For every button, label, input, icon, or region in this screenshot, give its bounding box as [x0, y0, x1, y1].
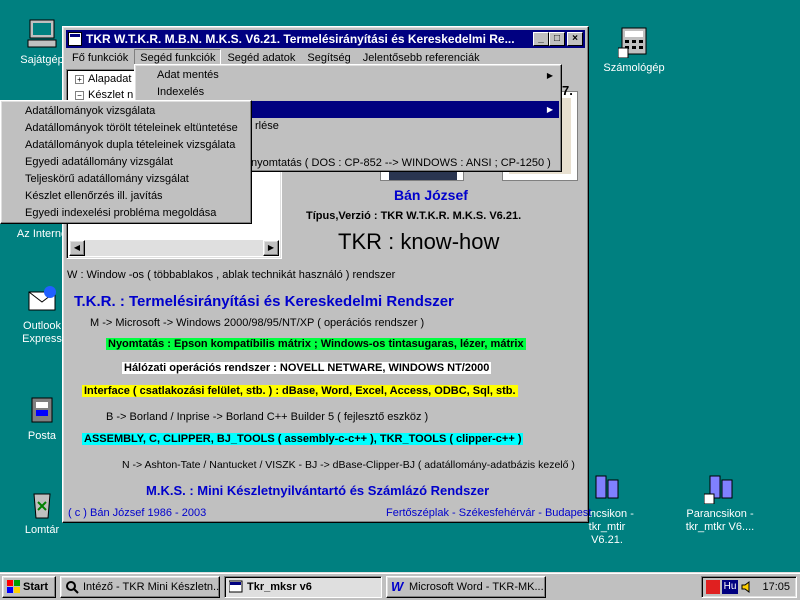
label-print-convert: nyomtatás ( DOS : CP-852 --> WINDOWS : A…: [251, 157, 551, 169]
horizontal-scrollbar[interactable]: ◀ ▶: [69, 240, 279, 256]
menu-item-data-backup[interactable]: Adat mentés ▶: [137, 67, 559, 84]
label-indexing: Indexelés: [157, 86, 205, 98]
tkr-title: T.K.R. : Termelésirányítási és Kereskede…: [74, 293, 454, 310]
maximize-button[interactable]: □: [549, 32, 565, 46]
menu-item-indexing[interactable]: Indexelés: [137, 84, 559, 101]
menu-item-full-check[interactable]: Teljeskörű adatállomány vizsgálat: [3, 171, 249, 188]
task-tkr[interactable]: Tkr_mksr v6: [224, 576, 382, 598]
tkr-window-icon: [228, 580, 243, 594]
speaker-icon[interactable]: [740, 580, 754, 594]
shortcut-mtkr-icon[interactable]: Parancsikon - tkr_mtkr V6....: [680, 472, 760, 534]
menu-item-stock-check[interactable]: Készlet ellenőrzés ill. javítás: [3, 188, 249, 205]
explorer-icon: [65, 580, 79, 594]
menu-main-functions[interactable]: Fő funkciók: [66, 49, 134, 67]
calculator-icon[interactable]: Számológép: [594, 26, 674, 75]
taskbar: Start Intéző - TKR Mini Készletn... Tkr_…: [0, 572, 800, 600]
task-word-label: Microsoft Word - TKR-MK...: [409, 581, 544, 593]
data-check-submenu: Adatállományok vizsgálata Adatállományok…: [0, 100, 252, 224]
close-button[interactable]: ×: [567, 32, 583, 46]
task-word[interactable]: W Microsoft Word - TKR-MK...: [386, 576, 546, 598]
copyright: ( c ) Bán József 1986 - 2003: [68, 507, 207, 519]
w-line: W : Window -os ( többablakos , ablak tec…: [67, 269, 396, 281]
tree-label-1: Alapadat: [88, 73, 132, 85]
system-tray: Hu 17:05: [701, 576, 797, 598]
m-line: M -> Microsoft -> Windows 2000/98/95/NT/…: [90, 317, 425, 329]
windows-logo-icon: [7, 580, 21, 594]
task-explorer[interactable]: Intéző - TKR Mini Készletn...: [60, 576, 220, 598]
tray-app-icon[interactable]: [706, 580, 720, 594]
scroll-right-icon[interactable]: ▶: [263, 240, 279, 256]
tree-item-alapadat[interactable]: + Alapadat: [75, 73, 131, 85]
print-line: Nyomtatás : Epson kompatíbilis mátrix ; …: [106, 338, 526, 350]
start-button[interactable]: Start: [2, 576, 56, 598]
task-tkr-label: Tkr_mksr v6: [247, 581, 312, 593]
knowhow-heading: TKR : know-how: [338, 229, 500, 254]
menu-item-remove-deleted[interactable]: Adatállományok törölt tételeinek eltünte…: [3, 120, 249, 137]
content-fragment: 7.: [562, 83, 573, 98]
submenu-arrow-icon: ▶: [546, 71, 553, 80]
task-explorer-label: Intéző - TKR Mini Készletn...: [83, 581, 220, 593]
asm-line: ASSEMBLY, C, CLIPPER, BJ_TOOLS ( assembl…: [82, 433, 524, 445]
label-data-backup: Adat mentés: [157, 69, 219, 81]
type-version: Típus,Verzió : TKR W.T.K.R. M.K.S. V6.21…: [306, 210, 522, 222]
menu-item-check-data[interactable]: Adatállományok vizsgálata: [3, 103, 249, 120]
title-bar[interactable]: TKR W.T.K.R. M.B.N. M.K.S. V6.21. Termel…: [66, 30, 585, 48]
shortcut-mtkr-label: Parancsikon - tkr_mtkr V6....: [685, 508, 755, 533]
label-partial1: rlése: [255, 120, 279, 132]
menu-item-index-fix[interactable]: Egyedi indexelési probléma megoldása: [3, 205, 249, 222]
window-title: TKR W.T.K.R. M.B.N. M.K.S. V6.21. Termel…: [86, 32, 515, 46]
mks-line: M.K.S. : Mini Készletnyilvántartó és Szá…: [146, 483, 490, 498]
language-indicator[interactable]: Hu: [722, 580, 738, 594]
menu-item-check-duplicates[interactable]: Adatállományok dupla tételeinek vizsgála…: [3, 137, 249, 154]
n-line: N -> Ashton-Tate / Nantucket / VISZK - B…: [122, 459, 575, 471]
b-line: B -> Borland / Inprise -> Borland C++ Bu…: [106, 411, 429, 423]
calculator-label: Számológép: [603, 62, 665, 74]
submenu-arrow-icon: ▶: [546, 105, 553, 114]
clock[interactable]: 17:05: [762, 577, 790, 597]
location: Fertőszéplak - Székesfehérvár - Budapest: [386, 507, 592, 519]
network-line: Hálózati operációs rendszer : NOVELL NET…: [122, 362, 492, 374]
minimize-button[interactable]: _: [533, 32, 549, 46]
recycle-label: Lomtár: [24, 524, 60, 536]
app-icon[interactable]: [68, 32, 82, 46]
menu-item-single-check[interactable]: Egyedi adatállomány vizsgálat: [3, 154, 249, 171]
start-label: Start: [23, 581, 49, 593]
author-name: Bán József: [394, 187, 468, 203]
scroll-left-icon[interactable]: ◀: [69, 240, 85, 256]
interface-line: Interface ( csatlakozási felület, stb. )…: [82, 385, 518, 397]
word-icon: W: [391, 579, 404, 594]
